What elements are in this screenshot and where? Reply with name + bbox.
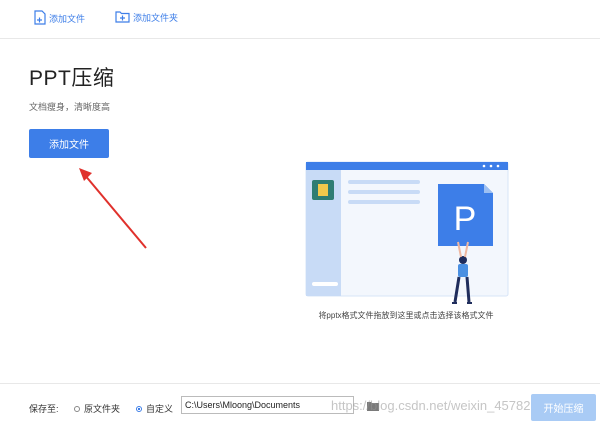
start-compress-button[interactable]: 开始压缩 (531, 394, 596, 421)
add-file-button[interactable]: 添加文件 (29, 129, 109, 158)
folder-icon[interactable] (366, 399, 380, 417)
save-path-input[interactable] (181, 396, 354, 414)
add-folder-icon (115, 10, 133, 25)
add-file-toolbar-button[interactable]: 添加文件 (33, 10, 85, 27)
add-file-toolbar-label: 添加文件 (49, 14, 86, 24)
radio-original-indicator[interactable] (74, 405, 80, 412)
watermark-text: https://blog.csdn.net/weixin_45782817 (331, 398, 553, 413)
page-subtitle: 文档瘦身，清晰度高 (29, 102, 111, 112)
bottom-bar: 保存至: 原文件夹 自定义 https://blog.csdn.net/weix… (0, 383, 600, 426)
radio-original-folder[interactable]: 原文件夹 (74, 402, 120, 415)
add-folder-toolbar-label: 添加文件夹 (133, 13, 179, 23)
page-title: PPT压缩 (29, 67, 115, 90)
drop-hint-text[interactable]: 将pptx格式文件拖放到这里或点击选择该格式文件 (300, 310, 512, 321)
drop-zone-illustration[interactable]: P (300, 158, 512, 308)
toolbar: 添加文件 添加文件夹 (0, 0, 600, 39)
add-file-icon (33, 10, 49, 27)
ppt-letter-icon: P (454, 200, 477, 238)
add-folder-toolbar-button[interactable]: 添加文件夹 (115, 10, 178, 25)
save-to-label: 保存至: (29, 404, 59, 414)
radio-original-label: 原文件夹 (84, 404, 121, 414)
radio-custom-indicator[interactable] (136, 405, 142, 412)
radio-custom-label: 自定义 (146, 404, 174, 414)
radio-custom-folder[interactable]: 自定义 (136, 402, 173, 415)
